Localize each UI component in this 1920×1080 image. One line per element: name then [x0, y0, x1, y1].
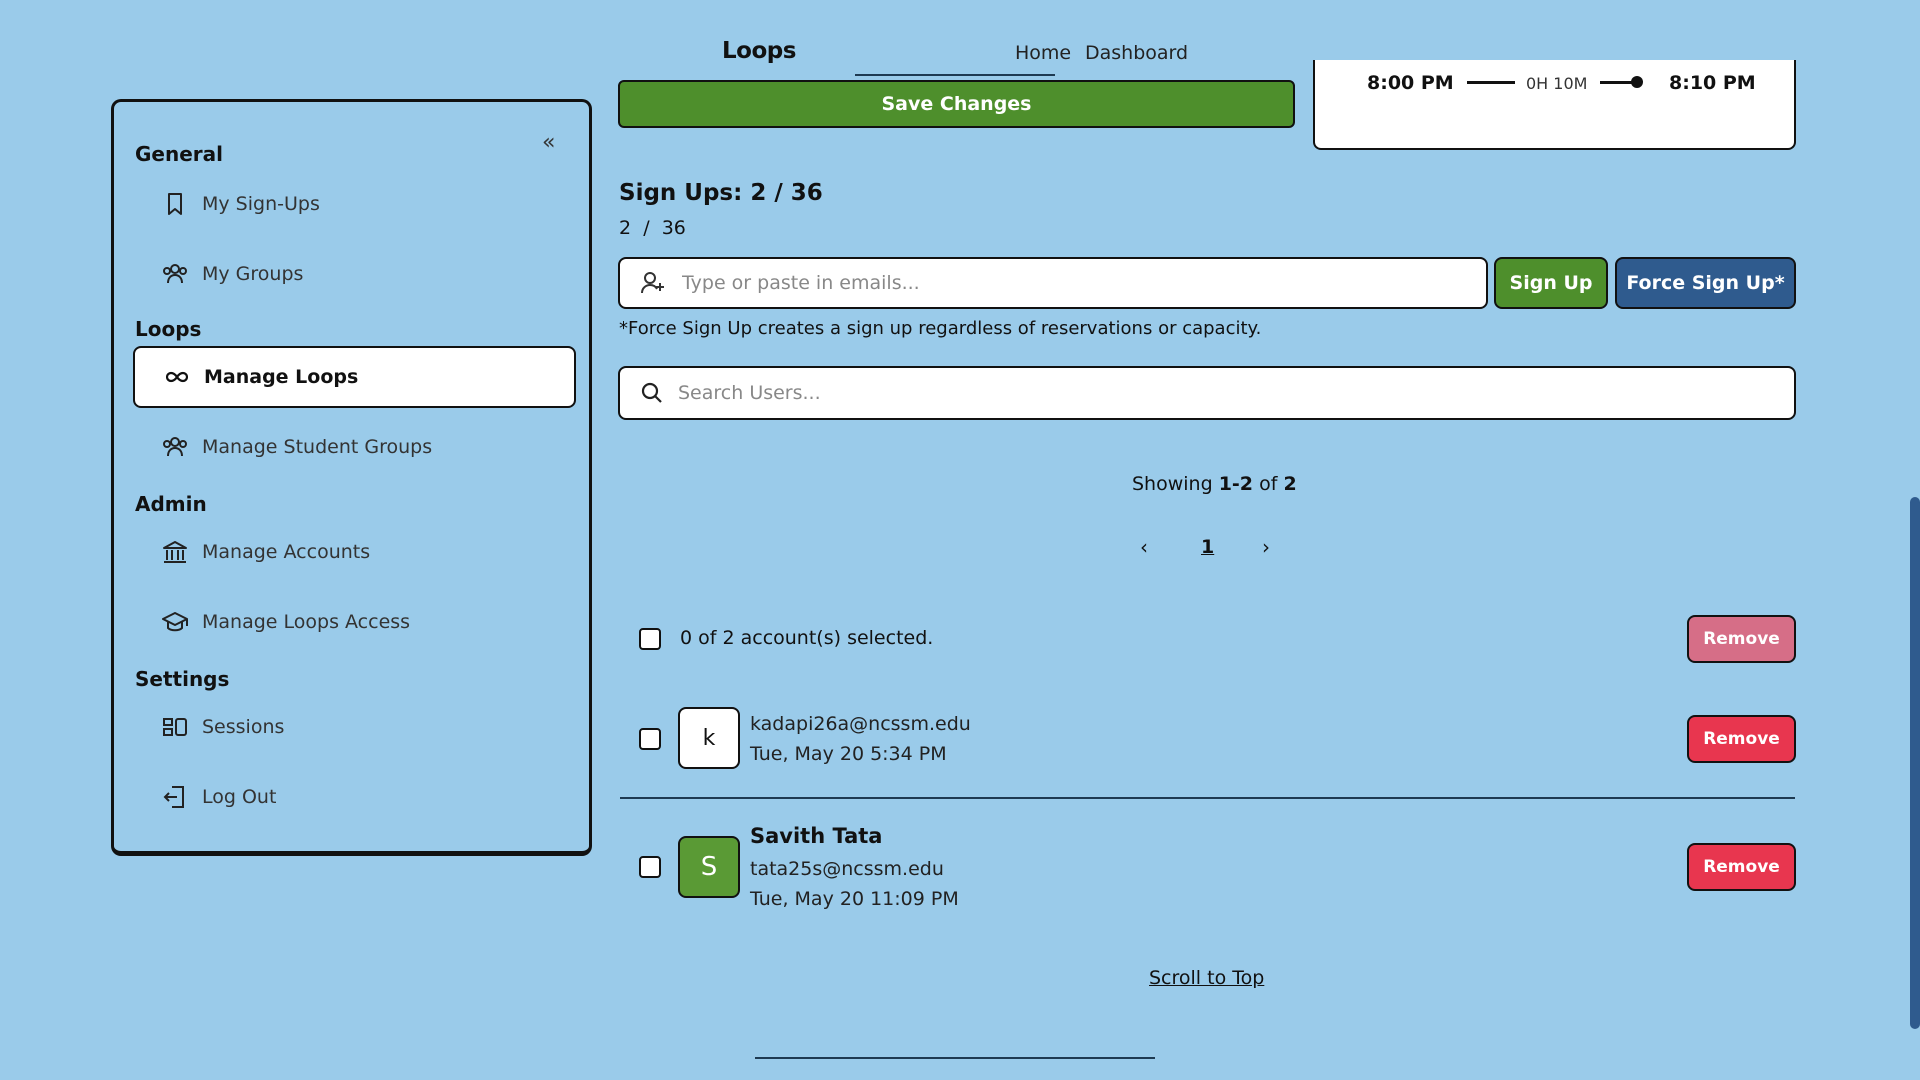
sidebar-item-manage-accounts[interactable]: Manage Accounts	[162, 534, 370, 570]
sidebar-item-manage-loops[interactable]: Manage Loops	[133, 346, 576, 408]
avatar: S	[678, 836, 740, 898]
sidebar-item-label: Log Out	[202, 786, 277, 808]
signups-count-separator: /	[643, 217, 650, 239]
user-row-checkbox[interactable]	[639, 856, 661, 878]
logout-icon	[162, 784, 188, 810]
section-title-loops: Loops	[135, 317, 202, 341]
force-sign-up-button[interactable]: Force Sign Up*	[1615, 257, 1796, 309]
selection-count: 0 of 2 account(s) selected.	[680, 627, 934, 649]
showing-count: Showing 1-2 of 2	[1132, 473, 1297, 495]
user-signup-date: Tue, May 20 11:09 PM	[750, 888, 959, 910]
sessions-icon	[162, 714, 188, 740]
bank-icon	[162, 539, 188, 565]
avatar: k	[678, 707, 740, 769]
showing-prefix: Showing	[1132, 473, 1213, 495]
groups-icon	[162, 434, 188, 460]
sidebar-item-label: Manage Accounts	[202, 541, 371, 563]
user-name: Savith Tata	[750, 824, 883, 848]
user-signup-date: Tue, May 20 5:34 PM	[750, 743, 947, 765]
time-end-dot	[1631, 76, 1643, 88]
signups-count-total: 36	[661, 217, 686, 239]
time-duration: 0H 10M	[1526, 74, 1588, 93]
sidebar-item-label: My Sign-Ups	[202, 193, 320, 215]
remove-selected-button[interactable]: Remove	[1687, 615, 1796, 663]
select-all-checkbox[interactable]	[639, 628, 661, 650]
sidebar-item-my-signups[interactable]: My Sign-Ups	[162, 186, 320, 222]
signups-count: 2 / 36	[619, 217, 686, 239]
sidebar-item-label: Manage Student Groups	[202, 436, 433, 458]
nav-home-link[interactable]: Home	[1015, 42, 1071, 64]
next-page-button[interactable]: ›	[1262, 535, 1270, 559]
sidebar-item-sessions[interactable]: Sessions	[162, 709, 284, 745]
showing-total: 2	[1283, 473, 1297, 495]
page-number-button[interactable]: 1	[1201, 536, 1214, 558]
user-email: kadapi26a@ncssm.edu	[750, 713, 971, 735]
section-title-settings: Settings	[135, 667, 230, 691]
section-title-general: General	[135, 142, 223, 166]
email-input[interactable]	[680, 271, 1446, 295]
bottom-divider	[755, 1057, 1155, 1059]
force-sign-up-note: *Force Sign Up creates a sign up regardl…	[619, 318, 1262, 339]
signups-title: Sign Ups: 2 / 36	[619, 180, 823, 206]
sidebar-item-my-groups[interactable]: My Groups	[162, 256, 303, 292]
search-icon	[640, 381, 664, 405]
search-users-box[interactable]	[618, 366, 1796, 420]
bookmark-icon	[162, 191, 188, 217]
infinity-icon	[164, 364, 190, 390]
signups-count-current: 2	[619, 217, 632, 239]
showing-of: of	[1259, 473, 1278, 495]
remove-user-button[interactable]: Remove	[1687, 843, 1796, 891]
section-title-admin: Admin	[135, 492, 207, 516]
remove-user-button[interactable]: Remove	[1687, 715, 1796, 763]
save-changes-button[interactable]: Save Changes	[618, 80, 1295, 128]
email-input-box[interactable]	[618, 257, 1488, 309]
sidebar-item-label: My Groups	[202, 263, 304, 285]
brand-logo[interactable]: Loops	[722, 38, 796, 64]
add-user-icon	[640, 270, 666, 296]
sidebar-item-label: Manage Loops	[204, 366, 359, 388]
time-range-card: 8:00 PM 0H 10M 8:10 PM	[1313, 60, 1796, 150]
search-users-input[interactable]	[676, 381, 1719, 405]
time-line-left	[1467, 81, 1515, 84]
time-end: 8:10 PM	[1669, 72, 1756, 94]
sidebar: « General My Sign-Ups My Groups Loops Ma…	[111, 99, 592, 856]
prev-page-button[interactable]: ‹	[1140, 535, 1148, 559]
collapse-sidebar-button[interactable]: «	[542, 130, 555, 155]
sidebar-item-manage-loops-access[interactable]: Manage Loops Access	[162, 604, 410, 640]
showing-range: 1-2	[1218, 473, 1254, 495]
groups-icon	[162, 261, 188, 287]
sidebar-item-log-out[interactable]: Log Out	[162, 779, 276, 815]
nav-dashboard-link[interactable]: Dashboard	[1085, 42, 1188, 64]
sign-up-button[interactable]: Sign Up	[1494, 257, 1608, 309]
sidebar-item-label: Manage Loops Access	[202, 611, 411, 633]
nav-active-underline	[855, 74, 1055, 76]
user-email: tata25s@ncssm.edu	[750, 858, 944, 880]
graduation-cap-icon	[162, 609, 188, 635]
user-row-checkbox[interactable]	[639, 728, 661, 750]
time-start: 8:00 PM	[1367, 72, 1454, 94]
sidebar-item-manage-student-groups[interactable]: Manage Student Groups	[162, 429, 432, 465]
sidebar-item-label: Sessions	[202, 716, 285, 738]
scroll-to-top-link[interactable]: Scroll to Top	[1149, 967, 1264, 989]
page-scrollbar[interactable]	[1910, 497, 1920, 1029]
row-divider	[620, 797, 1795, 799]
